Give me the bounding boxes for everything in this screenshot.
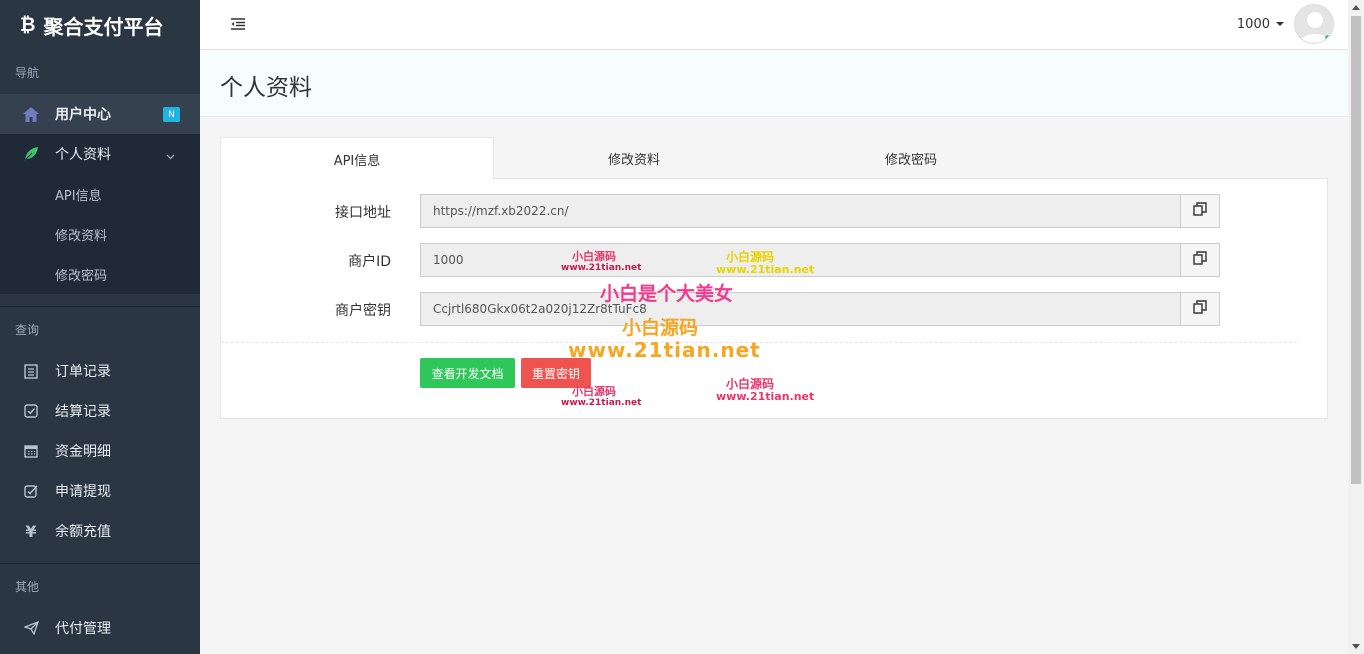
tab-bar: API信息 修改资料 修改密码	[220, 137, 1328, 180]
profile-submenu: API信息 修改资料 修改密码	[0, 174, 200, 294]
brand-title: 聚合支付平台	[43, 14, 164, 39]
submenu-item-edit-profile[interactable]: 修改资料	[0, 214, 200, 254]
submenu-item-api-info[interactable]: API信息	[0, 174, 200, 214]
tab-api-info[interactable]: API信息	[220, 137, 494, 180]
home-icon	[22, 105, 40, 123]
nav-heading: 导航	[15, 65, 40, 80]
page-title: 个人资料	[220, 75, 312, 101]
sidebar-item-profile[interactable]: 个人资料	[0, 134, 200, 174]
user-menu[interactable]: 1000	[1237, 4, 1334, 44]
sidebar-item-settlements[interactable]: 结算记录	[0, 391, 200, 431]
page-header: 个人资料	[200, 51, 1348, 117]
merchant-id-group: 1000	[420, 243, 1220, 277]
sidebar-item-user-center[interactable]: 用户中心 N	[0, 94, 200, 134]
username: 1000	[1236, 16, 1270, 32]
watermark-text: 小白是个大美女	[600, 283, 734, 305]
sidebar-item-recharge[interactable]: ¥ 余额充值	[0, 511, 200, 551]
caret-down-icon	[1276, 22, 1284, 26]
sidebar-item-label: 申请提现	[55, 484, 111, 500]
view-docs-button[interactable]: 查看开发文档	[420, 358, 515, 388]
merchant-key-group: Ccjrtl680Gkx06t2a020j12Zr8tTuFc8	[420, 292, 1220, 326]
paper-plane-icon	[22, 619, 40, 637]
new-badge: N	[163, 107, 180, 122]
watermark-url: www.21tian.net	[568, 338, 761, 362]
watermark-text: 小白源码	[572, 385, 616, 398]
chevron-down-icon	[166, 148, 175, 164]
leaf-icon	[22, 145, 40, 163]
sidebar-item-withdraw[interactable]: 申请提现	[0, 471, 200, 511]
tab-change-password[interactable]: 修改密码	[774, 137, 1048, 179]
sidebar: ₿ 聚合支付平台 导航 用户中心 N 个人资料 API信息 修改资料 修改密码 …	[0, 0, 200, 654]
copy-merchant-id-button[interactable]	[1180, 243, 1220, 277]
api-url-group: https://mzf.xb2022.cn/	[420, 194, 1220, 228]
brand[interactable]: ₿ 聚合支付平台	[0, 0, 200, 50]
avatar[interactable]	[1294, 4, 1334, 44]
merchant-key-input[interactable]: Ccjrtl680Gkx06t2a020j12Zr8tTuFc8	[420, 292, 1180, 326]
watermark-url: www.21tian.net	[716, 390, 815, 403]
query-heading: 查询	[15, 322, 40, 337]
edit-square-icon	[22, 482, 40, 500]
sidebar-item-label: 个人资料	[55, 147, 111, 163]
yen-icon: ¥	[25, 521, 37, 541]
online-status-dot	[1324, 34, 1331, 41]
sidebar-item-label: 订单记录	[55, 364, 111, 380]
watermark-text: 小白源码	[572, 250, 616, 263]
copy-icon	[1193, 300, 1207, 318]
sidebar-item-label: 用户中心	[55, 107, 111, 123]
calendar-icon	[22, 442, 40, 460]
api-url-input[interactable]: https://mzf.xb2022.cn/	[420, 194, 1180, 228]
copy-merchant-key-button[interactable]	[1180, 292, 1220, 326]
watermark-text: 小白源码	[622, 317, 699, 339]
merchant-key-label: 商户密钥	[335, 303, 391, 319]
sidebar-item-label: 结算记录	[55, 404, 111, 420]
scroll-up-icon[interactable]	[1352, 5, 1360, 10]
menu-toggle-icon[interactable]	[230, 17, 246, 31]
api-url-label: 接口地址	[335, 205, 391, 221]
watermark-url: www.21tian.net	[716, 263, 815, 276]
watermark-url: www.21tian.net	[561, 398, 642, 408]
sidebar-item-funds[interactable]: 资金明细	[0, 431, 200, 471]
page-scrollbar[interactable]	[1348, 0, 1364, 654]
other-heading: 其他	[15, 579, 40, 594]
top-bar: 1000	[200, 0, 1348, 50]
sidebar-item-label: 代付管理	[55, 621, 111, 637]
form-row-api-url: 接口地址 https://mzf.xb2022.cn/	[221, 194, 1329, 228]
copy-icon	[1193, 202, 1207, 220]
scroll-thumb[interactable]	[1351, 16, 1361, 484]
scroll-down-icon[interactable]	[1352, 644, 1360, 649]
tab-edit-profile[interactable]: 修改资料	[497, 137, 771, 179]
form-row-merchant-key: 商户密钥 Ccjrtl680Gkx06t2a020j12Zr8tTuFc8	[221, 292, 1329, 326]
copy-api-url-button[interactable]	[1180, 194, 1220, 228]
merchant-id-label: 商户ID	[348, 254, 391, 270]
sidebar-item-label: 资金明细	[55, 444, 111, 460]
sidebar-item-label: 余额充值	[55, 524, 111, 540]
list-icon	[22, 362, 40, 380]
sidebar-item-orders[interactable]: 订单记录	[0, 351, 200, 391]
bitcoin-icon: ₿	[20, 13, 36, 36]
watermark-url: www.21tian.net	[561, 263, 642, 273]
check-square-icon	[22, 402, 40, 420]
copy-icon	[1193, 251, 1207, 269]
submenu-item-change-password[interactable]: 修改密码	[0, 254, 200, 294]
sidebar-item-payout[interactable]: 代付管理	[0, 608, 200, 648]
